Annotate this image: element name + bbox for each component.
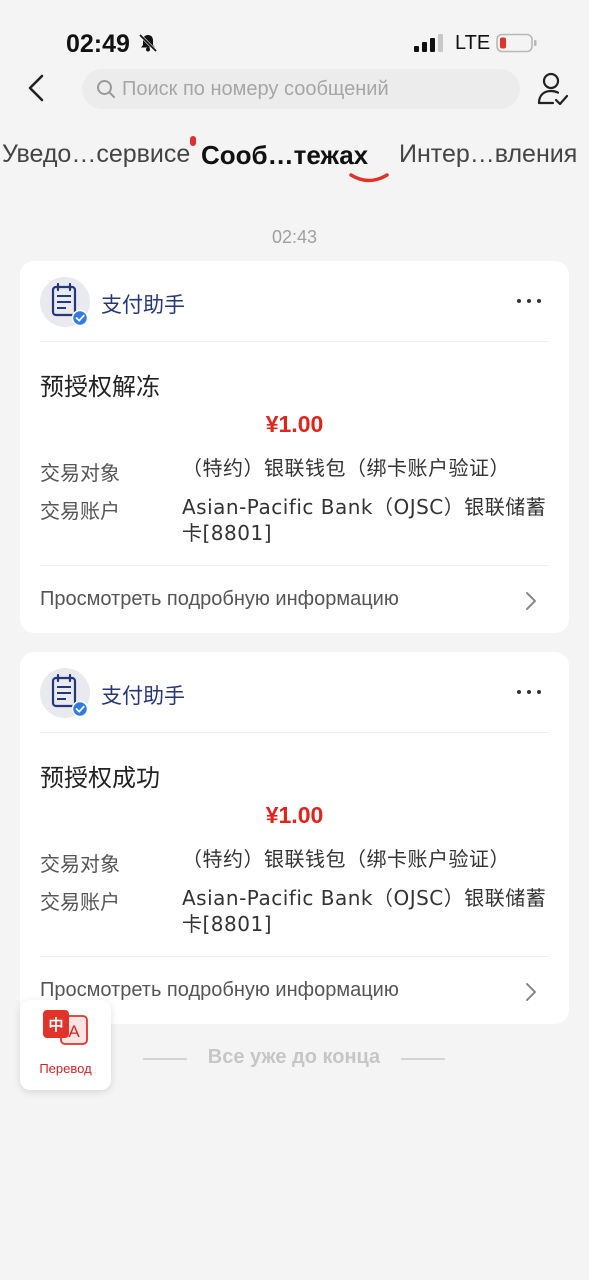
transaction-amount: ¥1.00 bbox=[265, 802, 324, 828]
chevron-left-icon bbox=[28, 74, 44, 102]
end-of-list-marker: Все уже до конца bbox=[143, 1046, 445, 1072]
account-value: Asian-Pacific Bank（OJSC）银联储蓄卡[8801] bbox=[182, 886, 547, 936]
account-value: Asian-Pacific Bank（OJSC）银联储蓄卡[8801] bbox=[182, 495, 547, 545]
user-check-icon bbox=[537, 72, 569, 106]
active-tab-indicator bbox=[349, 173, 389, 183]
message-title: 预授权解冻 bbox=[40, 373, 160, 401]
divider bbox=[40, 732, 549, 733]
view-details-link[interactable]: Просмотреть подробную информацию bbox=[20, 566, 569, 632]
back-button[interactable] bbox=[20, 68, 56, 108]
divider bbox=[40, 341, 549, 342]
counterparty-value: （特约）银联钱包（绑卡账户验证） bbox=[182, 456, 510, 480]
battery-low-icon bbox=[496, 33, 537, 53]
account-label: 交易账户 bbox=[40, 890, 120, 914]
bell-off-icon bbox=[138, 33, 158, 53]
more-options-button[interactable] bbox=[516, 682, 546, 702]
message-card: 支付助手 预授权成功 ¥1.00 交易对象 （特约）银联钱包（绑卡账户验证） 交… bbox=[20, 652, 569, 1024]
message-card: 支付助手 预授权解冻 ¥1.00 交易对象 （特约）银联钱包（绑卡账户验证） 交… bbox=[20, 261, 569, 633]
sender-name: 支付助手 bbox=[101, 684, 185, 708]
tab-interactions[interactable]: Интер…вления bbox=[399, 140, 577, 169]
more-options-button[interactable] bbox=[516, 291, 546, 311]
translate-glyph-chinese: 中 bbox=[48, 1016, 63, 1034]
account-label: 交易账户 bbox=[40, 499, 120, 523]
translate-icon: A 中 bbox=[43, 1010, 88, 1045]
translate-glyph-latin: A bbox=[68, 1022, 80, 1041]
transaction-amount: ¥1.00 bbox=[265, 411, 324, 437]
tab-payment-messages[interactable]: Сооб…тежах bbox=[201, 140, 368, 171]
network-label: LTE bbox=[455, 32, 491, 54]
payment-assistant-icon bbox=[51, 673, 89, 718]
chevron-right-icon bbox=[526, 983, 536, 1001]
search-placeholder: Поиск по номеру сообщений bbox=[122, 78, 389, 100]
status-time: 02:49 bbox=[66, 30, 130, 58]
sender-name: 支付助手 bbox=[101, 293, 185, 317]
message-title: 预授权成功 bbox=[40, 764, 160, 792]
view-details-label: Просмотреть подробную информацию bbox=[40, 588, 399, 610]
translate-button[interactable]: A 中 Перевод bbox=[20, 1000, 111, 1090]
divider bbox=[401, 1058, 445, 1060]
counterparty-label: 交易对象 bbox=[40, 852, 120, 876]
signal-icon bbox=[414, 34, 443, 52]
status-bar: 02:49 LTE bbox=[0, 0, 589, 70]
counterparty-value: （特约）银联钱包（绑卡账户验证） bbox=[182, 847, 510, 871]
payment-assistant-icon bbox=[51, 282, 89, 327]
message-tabs: Уведо…сервисе Сооб…тежах Интер…вления bbox=[0, 136, 589, 190]
translate-label: Перевод bbox=[39, 1061, 92, 1076]
unread-dot bbox=[190, 136, 196, 146]
message-timestamp: 02:43 bbox=[271, 227, 318, 247]
search-input[interactable]: Поиск по номеру сообщений bbox=[82, 69, 520, 109]
sender-avatar bbox=[40, 668, 90, 718]
top-bar: Поиск по номеру сообщений bbox=[0, 62, 589, 116]
counterparty-label: 交易对象 bbox=[40, 461, 120, 485]
user-settings-button[interactable] bbox=[536, 70, 570, 108]
view-details-label: Просмотреть подробную информацию bbox=[40, 979, 399, 1001]
tab-service-notifications[interactable]: Уведо…сервисе bbox=[2, 140, 190, 169]
search-icon bbox=[97, 80, 115, 98]
end-of-list-text: Все уже до конца bbox=[207, 1046, 381, 1068]
chevron-right-icon bbox=[526, 592, 536, 610]
sender-avatar bbox=[40, 277, 90, 327]
